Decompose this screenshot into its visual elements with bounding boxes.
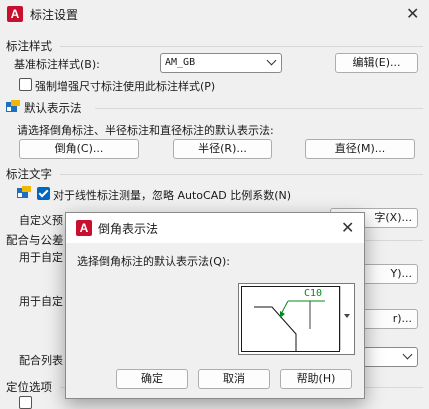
chamfer-button[interactable]: 倒角(C)... [19,139,139,159]
ignore-scale-label: 对于线性标注测量，忽略 AutoCAD 比例系数(N) [53,189,292,202]
help-button[interactable]: 帮助(H) [280,369,352,389]
chamfer-drawing [254,300,325,351]
radius-button[interactable]: 半径(R)... [173,139,272,159]
force-style-label: 强制增强尺寸标注使用此标注样式(P) [35,80,216,93]
base-style-label: 基准标注样式(B): [14,58,100,71]
divider [95,108,423,109]
chevron-down-icon [402,349,413,360]
close-icon[interactable]: ✕ [341,220,354,236]
settings-icon [17,186,31,199]
force-style-checkbox[interactable] [19,78,32,91]
ignore-scale-checkbox[interactable] [37,187,50,200]
section-default-repr: 默认表示法 [24,101,82,115]
close-icon[interactable]: ✕ [406,6,419,22]
section-dim-style: 标注样式 [6,39,52,53]
app-icon: A [7,6,23,22]
preview-dimension-label: C10 [304,288,323,299]
dialog-title-bar: A 倒角表示法 ✕ [66,213,364,243]
base-style-value: AM_GB [165,57,196,68]
app-icon: A [76,220,92,236]
title-bar: A 标注设置 ✕ [0,0,429,28]
edit-button[interactable]: 编辑(E)... [335,53,418,73]
custom-prefix-label: 自定义预 [19,214,63,227]
chamfer-preview: C10 [241,286,340,352]
preview-scrollbar[interactable] [340,286,352,350]
chamfer-style-list[interactable]: C10 [238,283,355,355]
chevron-down-icon [344,314,350,318]
settings-icon [6,100,20,113]
fit-row1-label: 用于自定 [19,251,63,264]
divider [60,174,423,175]
default-repr-prompt: 请选择倒角标注、半径标注和直径标注的默认表示法: [17,124,274,137]
positioning-checkbox[interactable] [19,396,32,409]
divider [60,46,423,47]
chevron-down-icon [266,55,277,66]
window-title: 标注设置 [30,8,79,22]
section-positioning: 定位选项 [6,380,52,394]
divider [364,240,423,241]
ok-button[interactable]: 确定 [116,369,188,389]
base-style-select[interactable]: AM_GB [160,53,282,73]
cancel-button[interactable]: 取消 [198,369,270,389]
section-fit-tolerance: 配合与公差 [6,233,64,247]
fit-list-label: 配合列表 [19,354,63,367]
diameter-button[interactable]: 直径(M)... [305,139,415,159]
section-dim-text: 标注文字 [6,167,52,181]
fit-row2-label: 用于自定 [19,295,63,308]
dialog-prompt: 选择倒角标注的默认表示法(Q): [77,255,230,268]
dialog-body: 选择倒角标注的默认表示法(Q): C10 确定 取消 帮助(H) [66,243,364,398]
dialog-title: 倒角表示法 [98,222,159,236]
chamfer-dialog: A 倒角表示法 ✕ 选择倒角标注的默认表示法(Q): C10 确定 取消 帮助(… [65,212,365,399]
